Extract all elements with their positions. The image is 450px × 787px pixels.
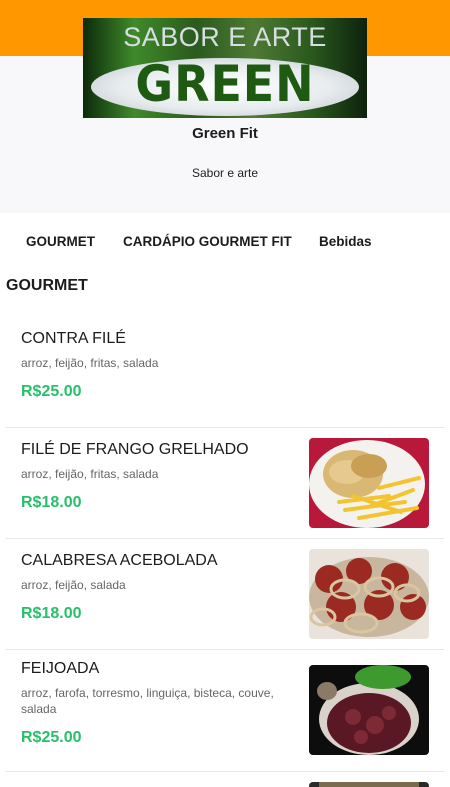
feijoada-photo [309, 665, 429, 755]
item-name: FEIJOADA [21, 660, 100, 677]
menu-item[interactable]: FEIJOADA arroz, farofa, torresmo, lingui… [6, 650, 444, 772]
menu-item[interactable] [6, 772, 444, 787]
next-item-photo [309, 782, 429, 787]
item-description: arroz, feijão, fritas, salada [21, 356, 159, 370]
item-name: CONTRA FILÉ [21, 330, 126, 347]
tab-cardapio-gourmet-fit[interactable]: CARDÁPIO GOURMET FIT [123, 234, 292, 249]
item-name: CALABRESA ACEBOLADA [21, 552, 218, 569]
grilled-chicken-fries-photo [309, 438, 429, 528]
item-description: arroz, feijão, salada [21, 578, 126, 592]
item-name: FILÉ DE FRANGO GRELHADO [21, 441, 249, 458]
menu-item[interactable]: CALABRESA ACEBOLADA arroz, feijão, salad… [6, 539, 444, 650]
item-price: R$18.00 [21, 605, 82, 622]
category-tabs: GOURMET CARDÁPIO GOURMET FIT Bebidas [0, 213, 450, 269]
sausage-onions-photo [309, 549, 429, 639]
tab-gourmet[interactable]: GOURMET [26, 234, 95, 249]
store-tagline: Sabor e arte [191, 166, 259, 180]
menu-item[interactable]: FILÉ DE FRANGO GRELHADO arroz, feijão, f… [6, 428, 444, 539]
store-name: Green Fit [192, 125, 258, 142]
menu-item[interactable]: CONTRA FILÉ arroz, feijão, fritas, salad… [6, 318, 444, 428]
logo-main-text: GREEN FIT [135, 55, 315, 118]
store-logo: SABOR E ARTE GREEN FIT [83, 18, 367, 118]
section-title: GOURMET [6, 277, 88, 294]
item-description: arroz, feijão, fritas, salada [21, 467, 159, 481]
tab-bebidas[interactable]: Bebidas [319, 234, 372, 249]
item-price: R$25.00 [21, 383, 82, 400]
item-price: R$25.00 [21, 729, 82, 746]
item-description: arroz, farofa, torresmo, linguiça, biste… [21, 686, 274, 716]
logo-top-text: SABOR E ARTE [123, 22, 327, 52]
item-price: R$18.00 [21, 494, 82, 511]
